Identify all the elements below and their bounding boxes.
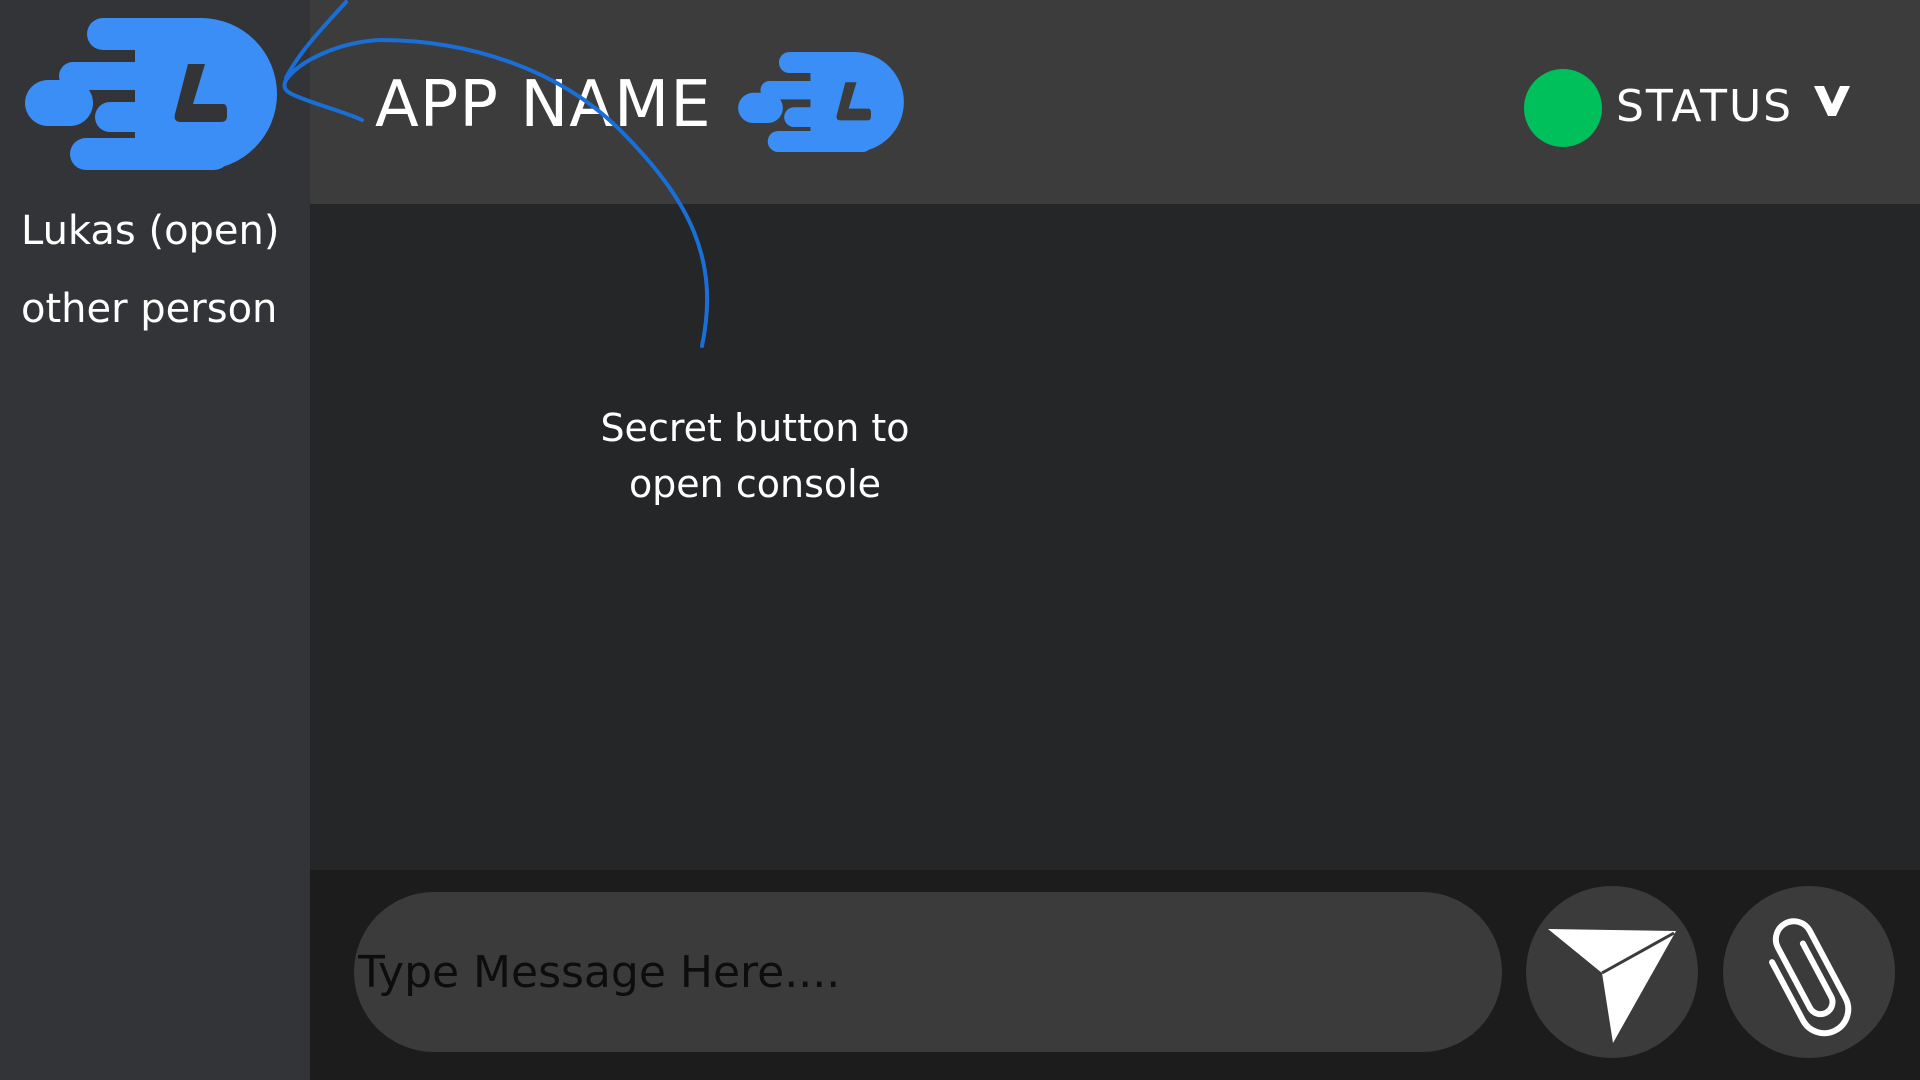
contact-item[interactable]: other person — [21, 285, 277, 333]
app-title: APP NAME — [375, 68, 712, 142]
contact-item[interactable]: Lukas (open) — [21, 207, 280, 255]
message-input[interactable] — [354, 892, 1502, 1052]
attach-button[interactable] — [1723, 886, 1895, 1058]
message-area — [310, 204, 1920, 870]
paperclip-icon — [1769, 918, 1852, 1037]
logo-icon[interactable] — [25, 18, 277, 170]
status-indicator — [1524, 69, 1602, 147]
send-icon — [1548, 929, 1676, 1043]
sidebar: Lukas (open) other person — [0, 0, 310, 1080]
status-label: STATUS — [1616, 81, 1794, 132]
send-button[interactable] — [1526, 886, 1698, 1058]
logo-icon — [738, 52, 904, 152]
annotation-note: Secret button to open console — [600, 406, 910, 506]
chat-app-window: Lukas (open) other person APP NAME STATU… — [0, 0, 1920, 1080]
chevron-down-icon[interactable] — [1812, 84, 1852, 118]
